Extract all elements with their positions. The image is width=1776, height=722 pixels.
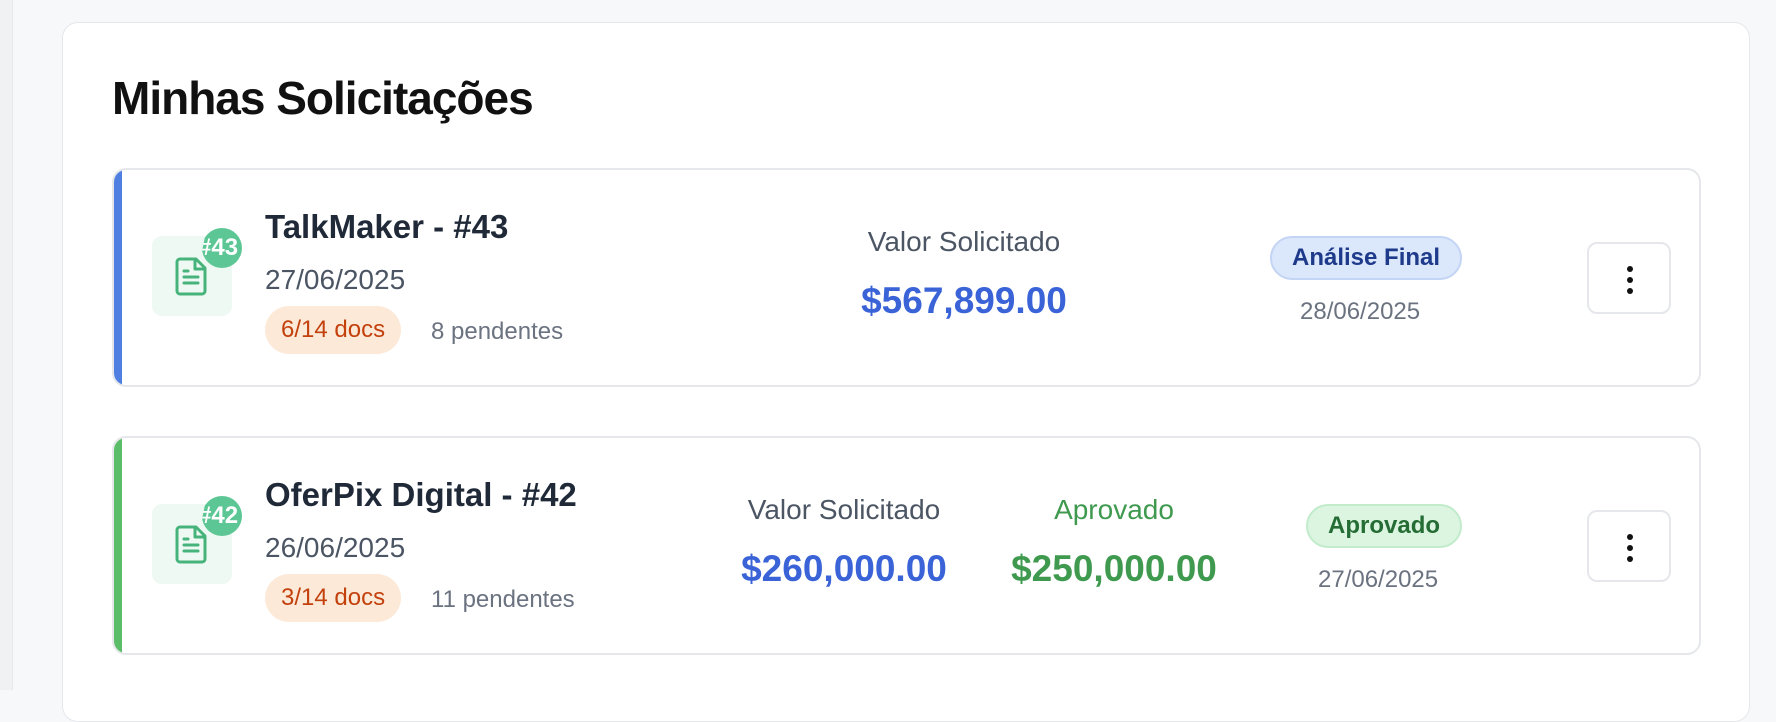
docs-count-badge: 6/14 docs xyxy=(265,306,402,354)
requested-amount-label: Valor Solicitado xyxy=(867,226,1061,257)
side-strip xyxy=(0,0,13,690)
document-icon xyxy=(175,257,207,296)
status-date: 28/06/2025 xyxy=(1300,298,1421,325)
approved-amount-value: $250,000.00 xyxy=(1011,548,1217,589)
pending-count: 11 pendentes xyxy=(431,586,575,613)
requested-amount-value: $567,899.00 xyxy=(861,280,1067,321)
request-date: 26/06/2025 xyxy=(265,532,406,563)
request-card[interactable]: #43 TalkMaker - #43 27/06/2025 6/14 docs… xyxy=(112,168,1701,387)
requests-panel: Minhas Solicitações #43 TalkMaker - #43 … xyxy=(62,22,1750,722)
card-accent xyxy=(114,170,122,385)
approved-amount-label: Aprovado xyxy=(1054,494,1174,525)
status-badge: Aprovado xyxy=(1306,504,1463,548)
page-title: Minhas Solicitações xyxy=(112,72,534,124)
document-icon xyxy=(175,525,207,564)
more-options-button[interactable] xyxy=(1587,242,1671,314)
request-title: OferPix Digital - #42 xyxy=(265,476,577,513)
request-card[interactable]: #42 OferPix Digital - #42 26/06/2025 3/1… xyxy=(112,436,1701,655)
pending-count: 8 pendentes xyxy=(431,318,564,345)
status-badge: Análise Final xyxy=(1270,236,1463,280)
request-date: 27/06/2025 xyxy=(265,264,406,295)
status-date: 27/06/2025 xyxy=(1318,566,1439,593)
request-number-badge: #43 xyxy=(202,228,242,268)
request-number-badge: #42 xyxy=(202,496,242,536)
docs-count-badge: 3/14 docs xyxy=(265,574,402,622)
request-title: TalkMaker - #43 xyxy=(265,208,509,245)
requested-amount-label: Valor Solicitado xyxy=(747,494,941,525)
more-options-button[interactable] xyxy=(1587,510,1671,582)
card-accent xyxy=(114,438,122,653)
